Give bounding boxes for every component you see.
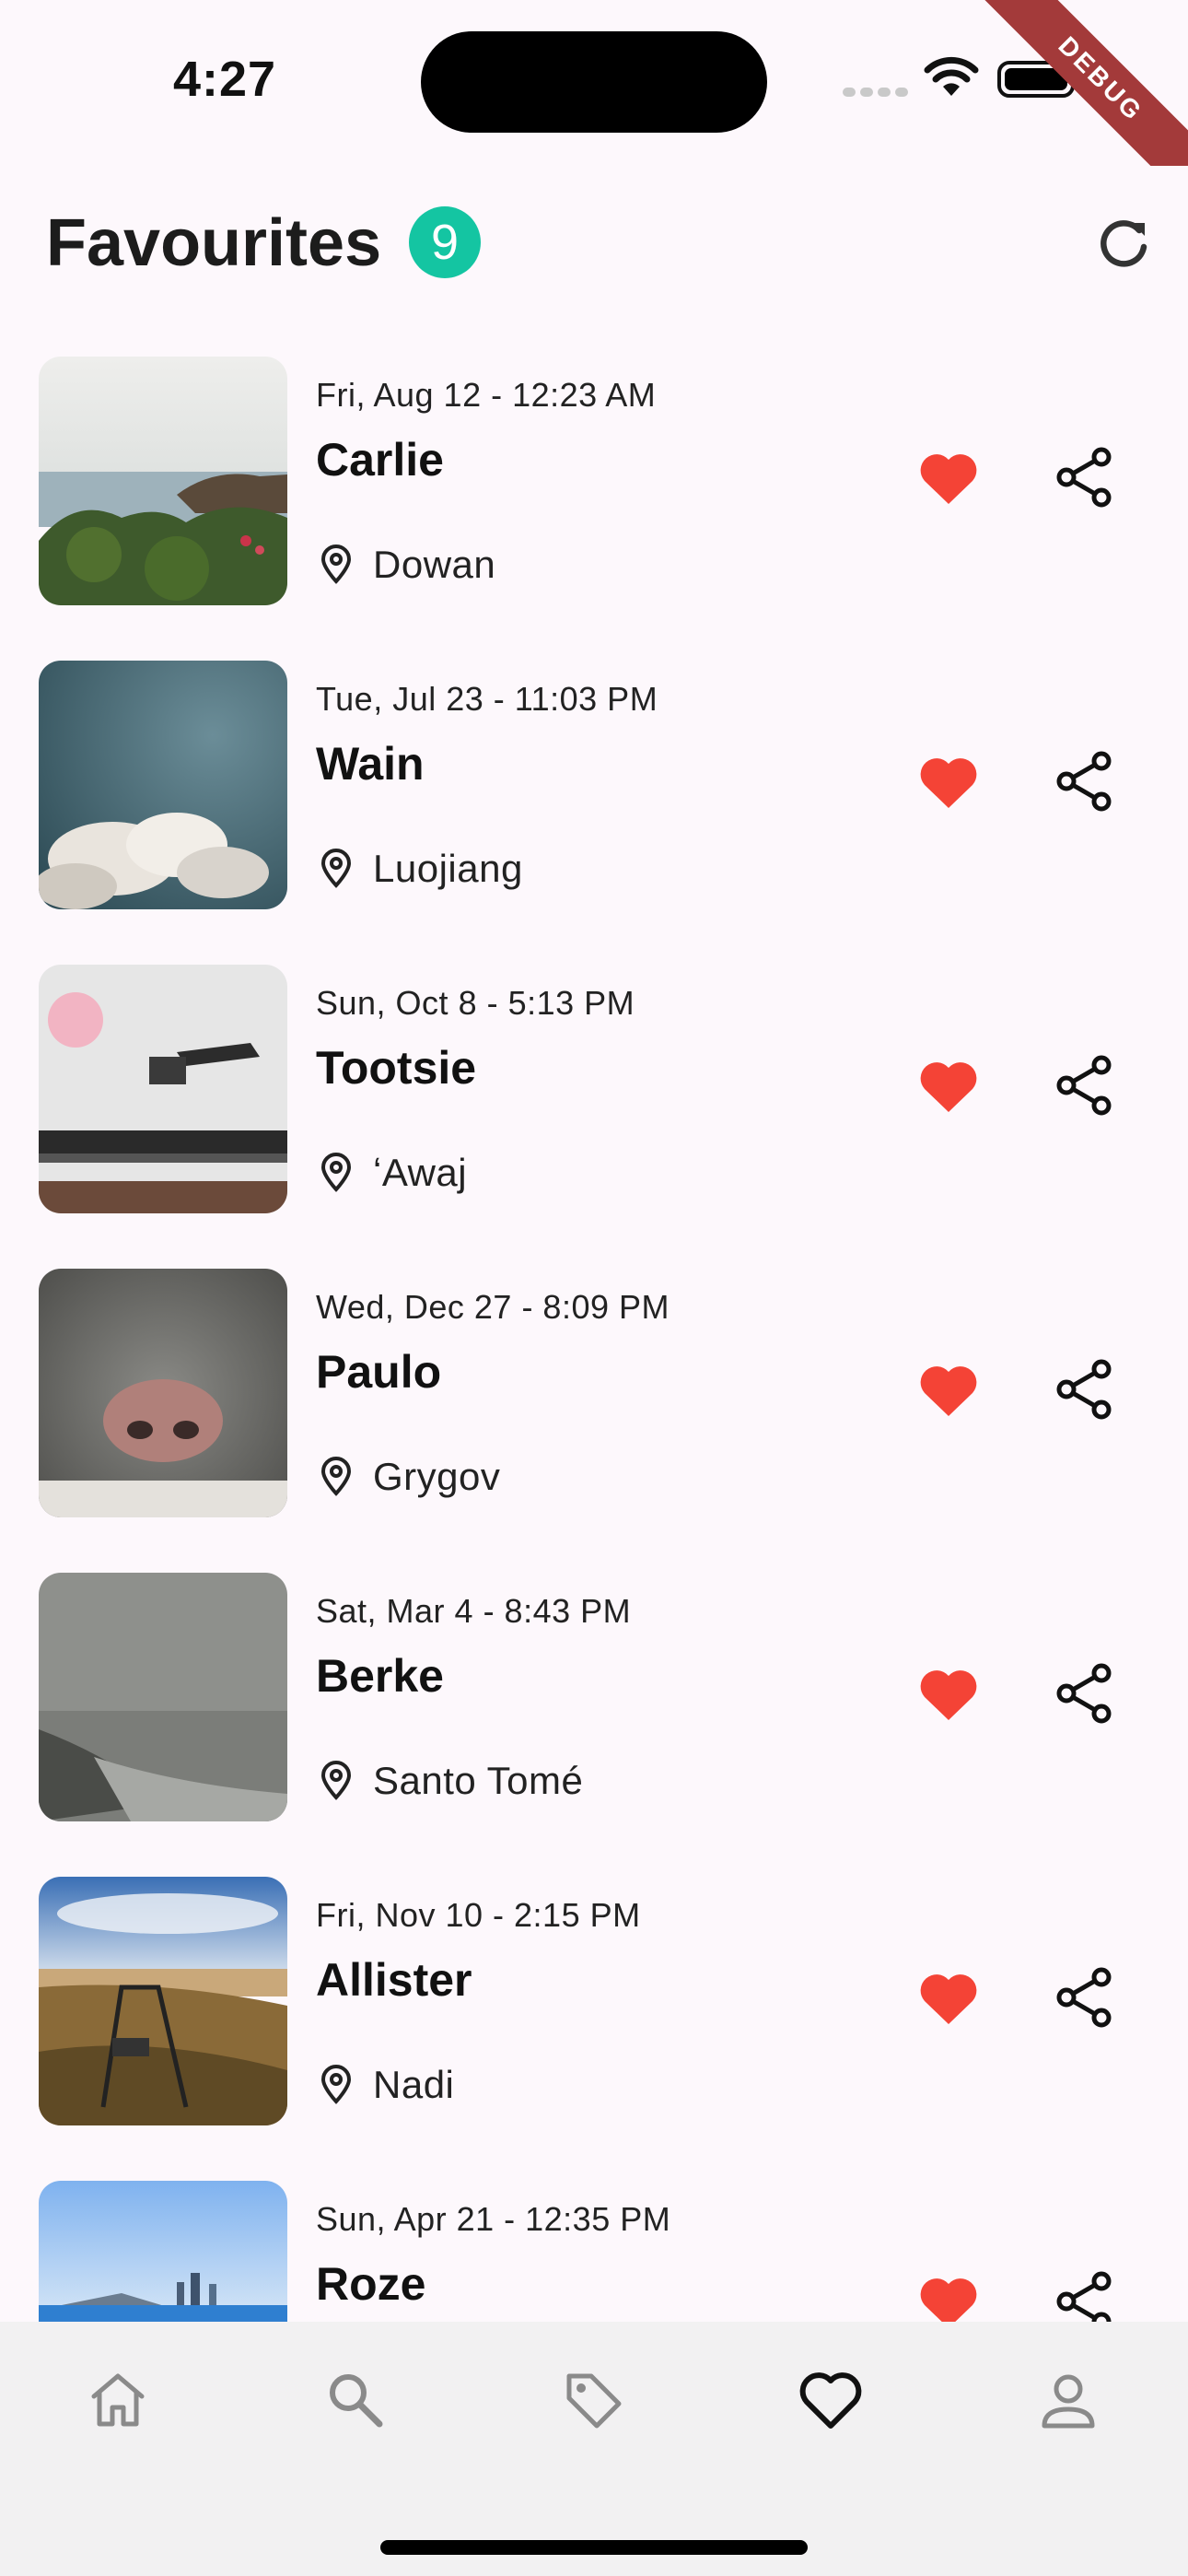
thumbnail-image [39, 965, 287, 1213]
item-location: Santo Tomé [373, 1759, 584, 1802]
status-time: 4:27 [173, 52, 277, 107]
thumbnail-image [39, 1573, 287, 1821]
item-location: ʻAwaj [373, 1151, 468, 1194]
location-pin-icon [320, 1153, 352, 1192]
favourite-heart-icon[interactable] [916, 1057, 981, 1116]
item-name: Berke [316, 1650, 444, 1702]
page-title: Favourites [46, 206, 382, 280]
list-item[interactable]: Fri, Aug 12 - 12:23 AM Carlie Dowan [0, 313, 1188, 617]
favourite-heart-icon[interactable] [916, 753, 981, 812]
item-name: Wain [316, 738, 425, 790]
home-icon[interactable] [81, 2363, 155, 2437]
location-pin-icon [320, 544, 352, 584]
favourites-count-badge: 9 [409, 206, 481, 278]
item-date: Tue, Jul 23 - 11:03 PM [316, 680, 658, 718]
item-location: Dowan [373, 543, 496, 586]
home-indicator[interactable] [380, 2540, 808, 2555]
location-pin-icon [320, 849, 352, 888]
person-icon[interactable] [1031, 2363, 1105, 2437]
thumbnail-image [39, 1269, 287, 1517]
list-item[interactable]: Wed, Dec 27 - 8:09 PM Paulo Grygov [0, 1225, 1188, 1529]
thumbnail-image [39, 357, 287, 605]
thumbnail-image [39, 1877, 287, 2125]
item-date: Wed, Dec 27 - 8:09 PM [316, 1288, 670, 1326]
item-date: Fri, Aug 12 - 12:23 AM [316, 376, 657, 414]
item-name: Tootsie [316, 1042, 477, 1094]
heart-outline-icon[interactable] [794, 2363, 868, 2437]
list-item[interactable]: Sun, Oct 8 - 5:13 PM Tootsie ʻAwaj [0, 921, 1188, 1225]
item-location: Grygov [373, 1455, 501, 1498]
favourite-heart-icon[interactable] [916, 1969, 981, 2028]
item-location: Luojiang [373, 847, 523, 890]
favourites-list[interactable]: Fri, Aug 12 - 12:23 AM Carlie Dowan Tue,… [0, 313, 1188, 2322]
share-icon[interactable] [1052, 749, 1116, 814]
cellular-signal-icon [843, 85, 913, 101]
list-item[interactable]: Sun, Apr 21 - 12:35 PM Roze [0, 2137, 1188, 2322]
share-icon[interactable] [1052, 445, 1116, 509]
item-name: Roze [316, 2258, 426, 2310]
share-icon[interactable] [1052, 1053, 1116, 1118]
item-date: Fri, Nov 10 - 2:15 PM [316, 1896, 641, 1934]
dynamic-island [421, 31, 767, 133]
location-pin-icon [320, 1457, 352, 1496]
share-icon[interactable] [1052, 1357, 1116, 1422]
item-name: Allister [316, 1954, 472, 2006]
bottom-navigation-bar [0, 2322, 1188, 2576]
favourite-heart-icon[interactable] [916, 449, 981, 508]
thumbnail-image [39, 2181, 287, 2322]
share-icon[interactable] [1052, 1965, 1116, 2030]
list-item[interactable]: Tue, Jul 23 - 11:03 PM Wain Luojiang [0, 617, 1188, 921]
item-date: Sun, Oct 8 - 5:13 PM [316, 984, 635, 1022]
item-location: Nadi [373, 2063, 455, 2106]
location-pin-icon [320, 1761, 352, 1800]
tag-icon[interactable] [556, 2363, 630, 2437]
list-item[interactable]: Sat, Mar 4 - 8:43 PM Berke Santo Tomé [0, 1529, 1188, 1833]
share-icon[interactable] [1052, 1661, 1116, 1726]
share-icon[interactable] [1052, 2269, 1116, 2322]
wifi-icon [924, 56, 979, 96]
item-name: Carlie [316, 434, 444, 486]
location-pin-icon [320, 2065, 352, 2104]
item-date: Sat, Mar 4 - 8:43 PM [316, 1592, 632, 1630]
favourite-heart-icon[interactable] [916, 1361, 981, 1420]
list-item[interactable]: Fri, Nov 10 - 2:15 PM Allister Nadi [0, 1833, 1188, 2137]
favourite-heart-icon[interactable] [916, 2273, 981, 2322]
item-name: Paulo [316, 1346, 442, 1398]
favourite-heart-icon[interactable] [916, 1665, 981, 1724]
search-icon[interactable] [319, 2363, 392, 2437]
app-header: Favourites 9 [0, 166, 1188, 313]
thumbnail-image [39, 661, 287, 909]
item-date: Sun, Apr 21 - 12:35 PM [316, 2200, 671, 2238]
refresh-icon[interactable] [1091, 210, 1156, 275]
